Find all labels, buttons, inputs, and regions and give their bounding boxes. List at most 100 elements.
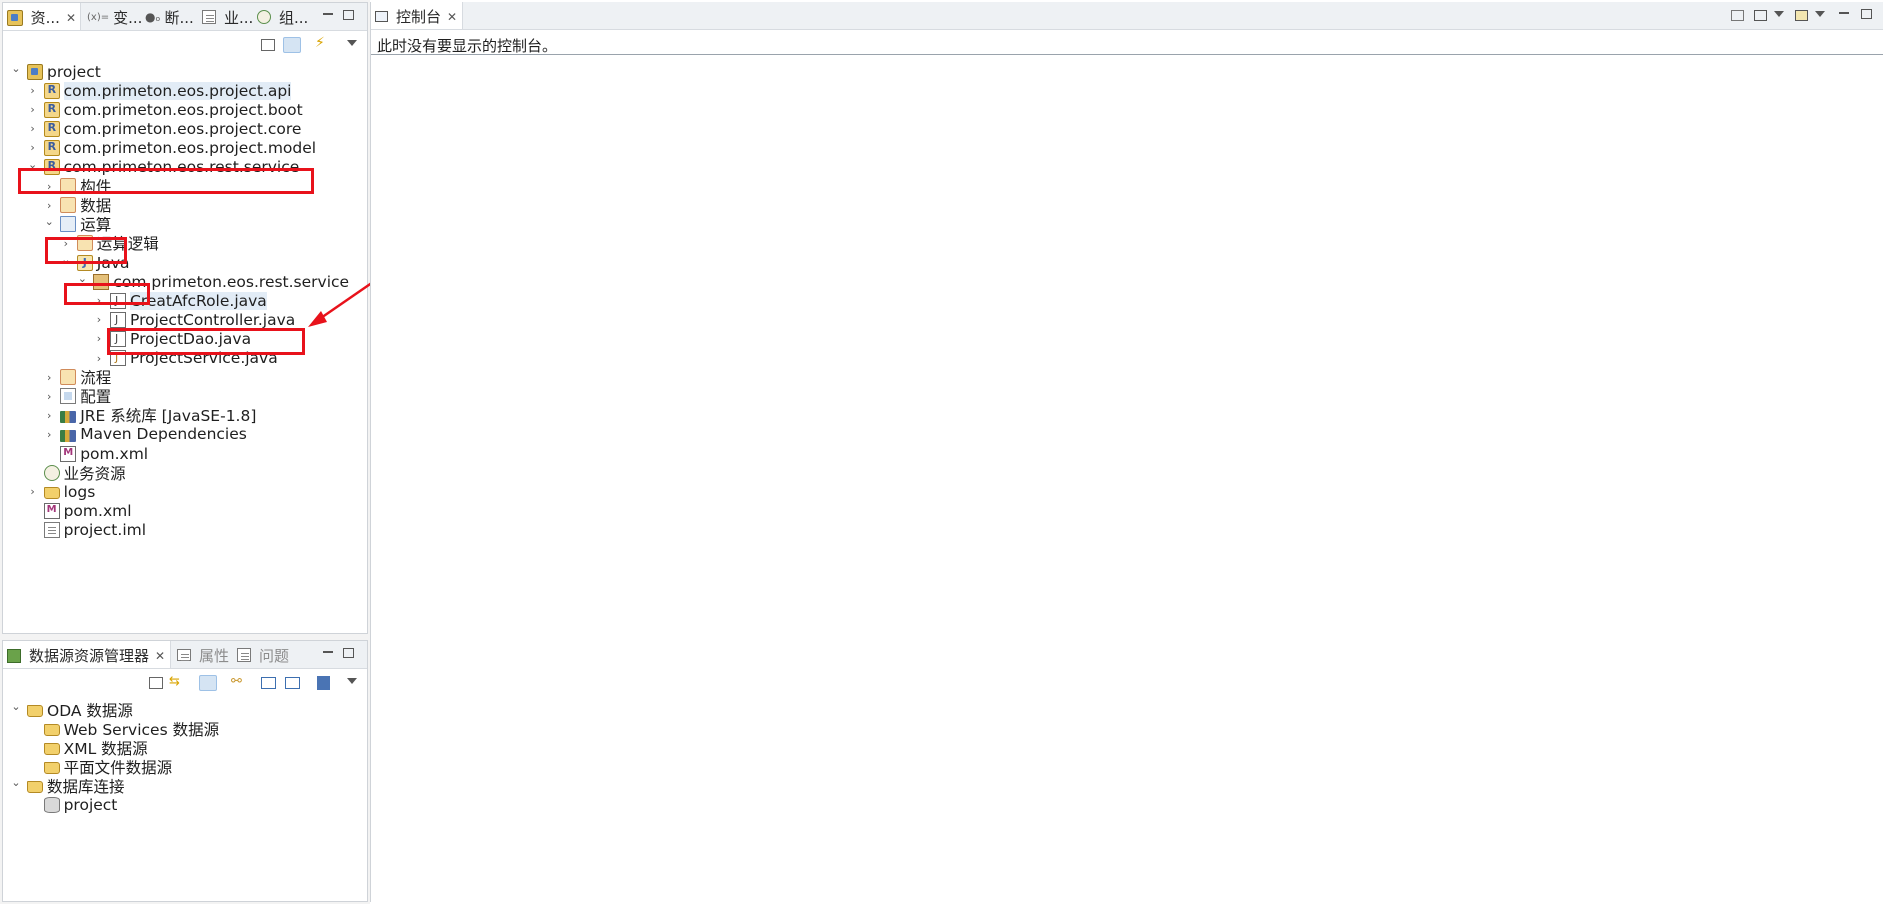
display-console-icon[interactable] xyxy=(1754,10,1767,21)
chevron-right-icon[interactable]: › xyxy=(26,84,40,98)
maximize-icon[interactable] xyxy=(343,10,354,20)
tree-item-label: project xyxy=(47,62,101,81)
tree-item-label: Maven Dependencies xyxy=(80,425,247,444)
operation-icon xyxy=(60,216,77,233)
java-service-icon xyxy=(110,350,126,366)
chevron-right-icon[interactable]: › xyxy=(92,313,106,327)
tree-item-label: ProjectService.java xyxy=(130,349,278,367)
java-file-icon xyxy=(110,330,126,347)
collapse-all-icon[interactable] xyxy=(149,677,163,689)
problems-icon xyxy=(237,648,251,662)
twisty-placeholder xyxy=(26,760,40,774)
minimize-icon[interactable] xyxy=(1837,6,1851,20)
chevron-down-icon[interactable]: ⌄ xyxy=(9,776,23,790)
tree-mode-icon[interactable] xyxy=(199,675,217,691)
sync-icon[interactable]: ⚡ xyxy=(315,35,333,51)
tree-item-label: logs xyxy=(63,482,96,501)
view-menu-icon[interactable] xyxy=(347,40,357,46)
tree-item-label: CreatAfcRole.java xyxy=(130,291,267,310)
tab-business[interactable]: 业... xyxy=(198,3,257,30)
datasource-explorer-panel: 数据源资源管理器 ✕ 属性 问题 ⇆ ⚯ ⌄ ODA 数据源 Web Servi… xyxy=(2,640,368,902)
import-icon[interactable] xyxy=(261,677,276,689)
tab-datasource-explorer[interactable]: 数据源资源管理器 ✕ xyxy=(3,641,171,668)
database-icon xyxy=(43,797,60,813)
module-icon xyxy=(43,159,60,175)
package-icon xyxy=(93,273,110,290)
tree-item-label: project.iml xyxy=(63,520,147,539)
maximize-icon[interactable] xyxy=(1861,9,1872,19)
close-icon[interactable]: ✕ xyxy=(66,11,76,25)
chevron-down-icon[interactable]: ⌄ xyxy=(9,62,23,76)
tab-breakpoints[interactable]: ●ₒ 断... xyxy=(141,3,198,30)
tree-item-label: com.primeton.eos.project.boot xyxy=(63,100,303,119)
collapse-all-icon[interactable] xyxy=(261,39,275,51)
chevron-right-icon[interactable]: › xyxy=(26,122,40,136)
minimize-icon[interactable] xyxy=(321,645,335,659)
chevron-down-icon[interactable]: ⌄ xyxy=(9,700,23,714)
close-icon[interactable]: ✕ xyxy=(447,10,457,24)
chevron-right-icon[interactable]: › xyxy=(42,427,56,441)
project-tree: ⌄ project › com.primeton.eos.project.api › co… xyxy=(3,59,367,629)
pin-console-icon[interactable] xyxy=(1731,10,1744,21)
component-folder-icon xyxy=(60,178,77,195)
variables-icon: (x)= xyxy=(87,11,110,23)
folder-icon xyxy=(27,704,43,717)
close-icon[interactable]: ✕ xyxy=(155,649,165,663)
twisty-placeholder xyxy=(26,741,40,755)
open-console-menu-icon[interactable] xyxy=(1815,11,1825,17)
view-menu-icon[interactable] xyxy=(347,678,357,684)
twisty-placeholder xyxy=(42,447,56,461)
chevron-right-icon[interactable]: › xyxy=(92,332,106,346)
link-with-editor-icon[interactable] xyxy=(283,37,301,53)
maximize-icon[interactable] xyxy=(343,648,354,658)
datasource-tree: ⌄ ODA 数据源 Web Services 数据源 XML 数据源 平面文件数据源 ⌄ 数… xyxy=(3,697,367,897)
chevron-right-icon[interactable]: › xyxy=(42,408,56,422)
console-view: 控制台 ✕ 此时没有要显示的控制台。 xyxy=(370,2,1883,902)
minimize-icon[interactable] xyxy=(321,7,335,21)
business-resource-icon xyxy=(43,464,60,481)
tab-console[interactable]: 控制台 ✕ xyxy=(371,2,463,29)
chevron-right-icon[interactable]: › xyxy=(42,198,56,212)
link-icon[interactable]: ⇆ xyxy=(169,674,187,690)
tab-components[interactable]: 组... xyxy=(253,3,312,30)
folder-icon xyxy=(43,486,60,499)
chevron-right-icon[interactable]: › xyxy=(59,236,73,250)
chevron-down-icon[interactable]: ⌄ xyxy=(42,214,56,228)
open-console-icon[interactable] xyxy=(1795,10,1808,21)
display-console-menu-icon[interactable] xyxy=(1774,11,1784,17)
chevron-right-icon[interactable]: › xyxy=(92,294,106,308)
tree-row[interactable]: project xyxy=(26,794,117,817)
tree-item-label: ProjectDao.java xyxy=(130,329,252,348)
save-icon[interactable] xyxy=(317,676,330,690)
chevron-down-icon[interactable]: ⌄ xyxy=(75,272,89,286)
chevron-down-icon[interactable]: ⌄ xyxy=(26,157,40,171)
resource-explorer-panel: 资... ✕ (x)= 变... ●ₒ 断... 业... 组... ⚡ ⌄ p… xyxy=(2,2,368,634)
tab-problems[interactable]: 问题 xyxy=(233,641,293,668)
pom-icon xyxy=(60,445,77,462)
chevron-right-icon[interactable]: › xyxy=(42,179,56,193)
tab-variables[interactable]: (x)= 变... xyxy=(83,3,146,30)
components-icon xyxy=(257,10,271,24)
chevron-right-icon[interactable]: › xyxy=(26,485,40,499)
tab-resources[interactable]: 资... ✕ xyxy=(3,3,81,30)
datasource-toolbar: ⇆ ⚯ xyxy=(3,669,367,697)
connect-icon[interactable]: ⚯ xyxy=(231,674,249,690)
library-icon xyxy=(60,410,77,423)
tree-item-label: com.primeton.eos.rest.service xyxy=(63,158,300,176)
tree-row[interactable]: › ProjectService.java xyxy=(92,347,278,370)
chevron-right-icon[interactable]: › xyxy=(92,351,106,365)
chevron-right-icon[interactable]: › xyxy=(26,141,40,155)
twisty-placeholder xyxy=(26,466,40,480)
tree-item-label: com.primeton.eos.project.api xyxy=(63,81,292,100)
chevron-down-icon[interactable]: ⌄ xyxy=(59,253,73,267)
tree-item-label: Java xyxy=(96,253,130,272)
chevron-right-icon[interactable]: › xyxy=(26,103,40,117)
chevron-right-icon[interactable]: › xyxy=(42,370,56,384)
tab-properties[interactable]: 属性 xyxy=(173,641,233,668)
left-column: 资... ✕ (x)= 变... ●ₒ 断... 业... 组... ⚡ ⌄ p… xyxy=(0,0,370,904)
module-icon xyxy=(43,82,60,99)
tree-row[interactable]: project.iml xyxy=(26,518,146,541)
chevron-right-icon[interactable]: › xyxy=(42,389,56,403)
export-icon[interactable] xyxy=(285,677,300,689)
tree-item-label: com.primeton.eos.rest.service xyxy=(113,272,350,291)
